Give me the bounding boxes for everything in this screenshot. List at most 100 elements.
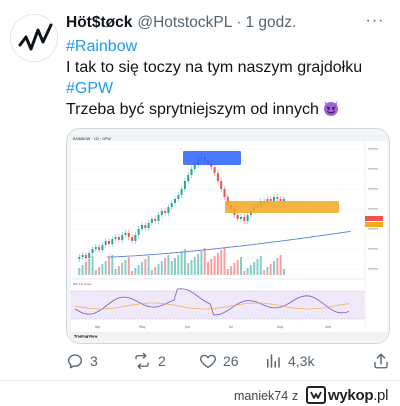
volume-bar (141, 262, 143, 275)
views-count: 4,3k (288, 353, 315, 369)
candle-body (101, 245, 104, 250)
avatar[interactable] (10, 14, 58, 62)
reply-button[interactable]: 3 (66, 352, 98, 370)
candle-body (282, 199, 285, 201)
candle-body (183, 181, 186, 189)
repost-count: 2 (158, 353, 166, 369)
volume-bar (200, 251, 203, 275)
reply-icon (67, 354, 83, 369)
hashtag-gpw[interactable]: #GPW (66, 78, 392, 99)
candle-body (187, 175, 190, 181)
author-name[interactable]: Höt$tøck (66, 14, 132, 32)
volume-bar (282, 269, 285, 275)
volume-bar (91, 256, 94, 275)
volume-bar (137, 265, 140, 275)
time-axis-label: Sep (325, 325, 331, 329)
volume-bar (230, 266, 233, 275)
tweet-text: #Rainbow I tak to się toczy na tym naszy… (66, 36, 392, 120)
candle-body (243, 217, 246, 221)
candle-body (216, 173, 219, 181)
separator: · (236, 14, 242, 31)
volume-bar (134, 268, 137, 275)
like-button[interactable]: 26 (199, 352, 239, 370)
tweet[interactable]: Höt$tøck @HotstockPL · 1 godz. ··· #Rain… (0, 0, 400, 380)
candle-body (147, 223, 150, 228)
candle-body (279, 199, 282, 201)
volume-bar (160, 261, 163, 275)
repost-button[interactable]: 2 (132, 352, 166, 370)
candle-body (236, 215, 239, 219)
candle-body (213, 167, 216, 173)
volume-bar (266, 267, 269, 275)
time-axis-label: Jun (184, 325, 190, 329)
last-price-label (365, 216, 383, 221)
candle-body (81, 255, 84, 257)
candle-body (121, 235, 124, 240)
volume-bar (273, 261, 275, 275)
volume-bar (210, 259, 213, 275)
volume-bar (207, 262, 209, 275)
candle-body (104, 241, 107, 245)
candle-body (167, 207, 170, 213)
from-label: z (292, 389, 299, 403)
author-handle[interactable]: @HotstockPL (137, 14, 232, 32)
price-tick (368, 208, 378, 210)
candle-body (91, 249, 94, 253)
wykop-logo-text: wykop.pl (328, 386, 389, 404)
volume-bar (276, 258, 279, 275)
reply-count: 3 (90, 353, 98, 369)
tweet-image[interactable]: RAINBOW · 1D · GPW RSI 14 close Apr May … (66, 128, 390, 344)
time-axis-label: May (139, 325, 146, 329)
rsi-label: RSI 14 close (73, 282, 91, 286)
tradingview-logo: TradingView (74, 335, 98, 339)
volume-bar (111, 255, 114, 275)
volume-bar (243, 271, 246, 275)
price-tick (368, 168, 378, 170)
candle-body (111, 239, 114, 244)
volume-bar (269, 264, 272, 275)
volume-bar (117, 266, 120, 275)
candle-body (177, 195, 180, 199)
time-axis-label: Apr (95, 325, 101, 329)
more-icon[interactable]: ··· (364, 12, 386, 34)
candle-body (108, 241, 110, 244)
smiling-devil-emoji (323, 101, 338, 116)
uploader-name[interactable]: maniek74 (234, 389, 288, 403)
volume-bar (213, 256, 216, 275)
hashtag-rainbow[interactable]: #Rainbow (66, 36, 392, 57)
wykop-logo[interactable]: wykop.pl (306, 385, 388, 405)
volume-bar (246, 268, 249, 275)
volume-bar (193, 257, 196, 275)
volume-bar (81, 265, 84, 275)
views-button[interactable]: 4,3k (264, 352, 314, 370)
chart-header-strip (71, 135, 387, 141)
volume-bar (226, 269, 229, 275)
candle-body (240, 217, 242, 219)
candle-body (94, 247, 97, 249)
timestamp[interactable]: 1 godz. (246, 14, 297, 32)
candle-body (154, 219, 157, 221)
share-button[interactable] (372, 352, 390, 370)
candle-body (223, 189, 226, 197)
candle-body (150, 219, 153, 223)
price-tick (368, 148, 378, 150)
candle-body (174, 199, 176, 203)
candle-body (88, 253, 91, 258)
candle-body (137, 229, 140, 235)
volume-bar (263, 270, 266, 275)
candle-body (157, 215, 160, 221)
chart-screenshot: RAINBOW · 1D · GPW RSI 14 close Apr May … (67, 129, 389, 343)
volume-bar (174, 258, 176, 275)
tweet-actions: 3 2 26 4,3k (66, 350, 390, 372)
candle-body (180, 189, 183, 195)
candle-body (273, 197, 275, 201)
time-axis-label: Aug (277, 325, 283, 329)
candle-body (269, 199, 272, 201)
share-icon (374, 353, 388, 369)
candle-body (114, 237, 117, 239)
candle-body (78, 257, 81, 259)
volume-bar (78, 268, 81, 275)
text-line-2-wrap: Trzeba być sprytniejszym od innych (66, 99, 392, 120)
volume-bar (127, 257, 130, 275)
candle-body (220, 181, 223, 189)
